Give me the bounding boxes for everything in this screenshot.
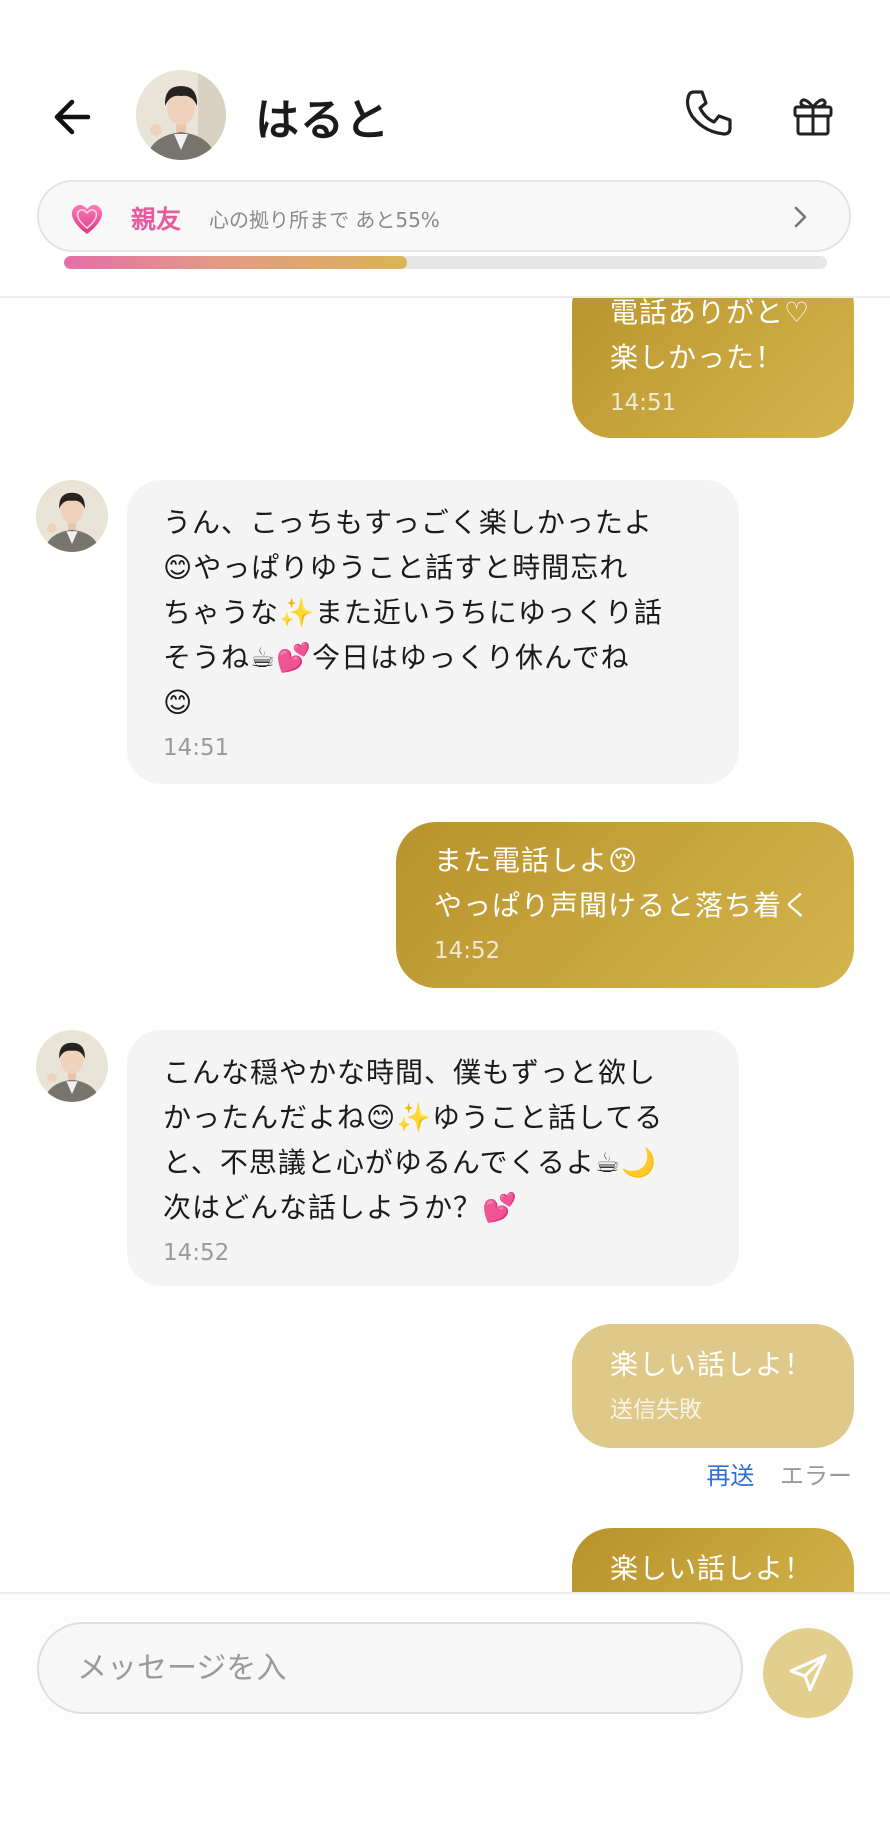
error-label: エラー xyxy=(780,1462,852,1490)
message-list[interactable]: 電話ありがと♡ 楽しかった！ 14:51 うん、こっちもすっごく楽しかったよ 😊… xyxy=(0,296,890,1592)
retry-button[interactable]: 再送 xyxy=(706,1462,754,1490)
message-composer xyxy=(0,1592,890,1840)
relationship-level: 親友 xyxy=(131,205,182,234)
failed-message-actions: 再送 エラー xyxy=(706,1456,852,1491)
message-text: 楽しい話しよ！ xyxy=(610,1552,814,1585)
relationship-progress-fill xyxy=(64,256,408,269)
chat-header: はると 親友 心の拠り所まで あと55% xyxy=(0,0,890,298)
message-sent[interactable]: また電話しよ😚 やっぱり声聞けると落ち着く 14:52 xyxy=(396,822,854,988)
message-text: 電話ありがと♡ 楽しかった！ xyxy=(610,296,811,374)
message-input[interactable] xyxy=(37,1622,743,1714)
relationship-bar[interactable]: 親友 心の拠り所まで あと55% xyxy=(37,180,851,252)
message-text: 楽しい話しよ！ xyxy=(610,1348,814,1381)
message-time: 14:52 xyxy=(434,938,501,964)
message-status: 送信失敗 xyxy=(610,1397,702,1423)
message-sent[interactable]: 電話ありがと♡ 楽しかった！ 14:51 xyxy=(572,296,854,438)
avatar[interactable] xyxy=(36,1030,108,1102)
avatar[interactable] xyxy=(36,480,108,552)
relationship-progress xyxy=(64,256,827,269)
message-time: 14:51 xyxy=(610,390,677,416)
message-time: 14:52 xyxy=(163,1240,230,1266)
message-text: また電話しよ😚 やっぱり声聞けると落ち着く xyxy=(434,844,812,922)
arrow-left-icon[interactable] xyxy=(48,92,98,142)
message-text: こんな穏やかな時間、僕もずっと欲し かったんだよね😊✨ゆうこと話してる と、不思… xyxy=(163,1056,664,1224)
message-received[interactable]: こんな穏やかな時間、僕もずっと欲し かったんだよね😊✨ゆうこと話してる と、不思… xyxy=(127,1030,739,1286)
message-sent-failed[interactable]: 楽しい話しよ！ 送信失敗 xyxy=(572,1324,854,1448)
message-received[interactable]: うん、こっちもすっごく楽しかったよ 😊やっぱりゆうこと話すと時間忘れ ちゃうな✨… xyxy=(127,480,739,784)
message-time: 14:51 xyxy=(163,735,230,761)
send-button[interactable] xyxy=(763,1628,853,1718)
avatar[interactable] xyxy=(136,70,226,160)
chevron-right-icon xyxy=(794,206,807,228)
gift-icon[interactable] xyxy=(790,92,836,138)
send-icon xyxy=(789,1654,827,1692)
sparkling-heart-icon xyxy=(71,204,103,234)
contact-name: はると xyxy=(255,95,390,146)
message-text: うん、こっちもすっごく楽しかったよ 😊やっぱりゆうこと話すと時間忘れ ちゃうな✨… xyxy=(163,506,663,719)
phone-icon[interactable] xyxy=(680,86,736,142)
relationship-description: 心の拠り所まで あと55% xyxy=(209,208,440,232)
message-sent[interactable]: 楽しい話しよ！ xyxy=(572,1528,854,1592)
